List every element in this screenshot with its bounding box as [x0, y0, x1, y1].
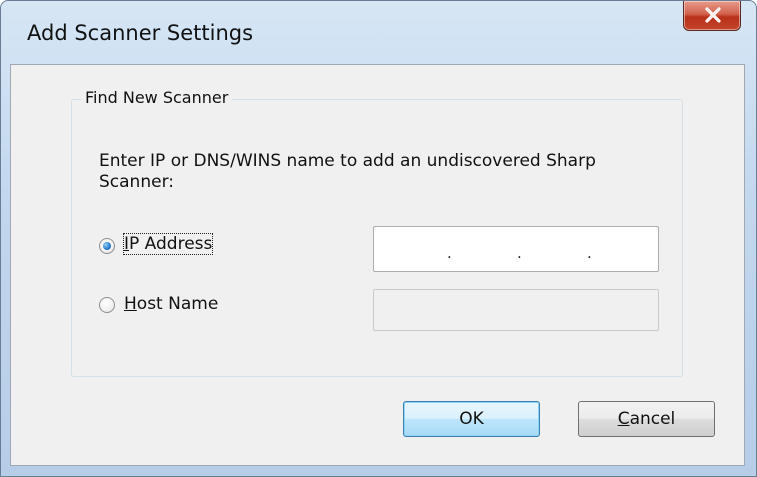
ok-button[interactable]: OK — [403, 401, 540, 437]
close-button[interactable] — [683, 1, 741, 31]
ip-address-label-rest: P Address — [129, 234, 213, 254]
ip-address-radio[interactable] — [99, 238, 115, 254]
host-name-radio-label[interactable]: Host Name — [124, 294, 218, 314]
host-name-radio[interactable] — [99, 297, 115, 313]
ip-address-radio-label[interactable]: IP Address — [122, 233, 214, 255]
dialog-client-area: Find New Scanner Enter IP or DNS/WINS na… — [10, 64, 745, 466]
cancel-button[interactable]: Cancel — [578, 401, 715, 437]
cancel-mnemonic: C — [617, 409, 630, 429]
host-name-mnemonic: H — [124, 294, 137, 314]
radio-selected-icon — [103, 242, 111, 250]
dialog-window: Add Scanner Settings Find New Scanner En… — [0, 0, 757, 477]
instruction-text: Enter IP or DNS/WINS name to add an undi… — [99, 151, 596, 192]
close-x-icon — [705, 7, 721, 23]
ip-address-input[interactable]: . . . — [373, 226, 659, 272]
ip-octet-separator: . — [517, 244, 522, 262]
cancel-label-rest: ancel — [629, 409, 676, 429]
find-new-scanner-group: Find New Scanner Enter IP or DNS/WINS na… — [71, 88, 683, 377]
ip-octet-separator: . — [587, 244, 592, 262]
window-title: Add Scanner Settings — [27, 21, 254, 45]
group-label: Find New Scanner — [81, 88, 233, 107]
host-name-input[interactable] — [373, 289, 659, 331]
host-name-label-rest: ost Name — [136, 294, 219, 314]
ip-octet-separator: . — [447, 244, 452, 262]
title-bar[interactable]: Add Scanner Settings — [1, 1, 756, 65]
